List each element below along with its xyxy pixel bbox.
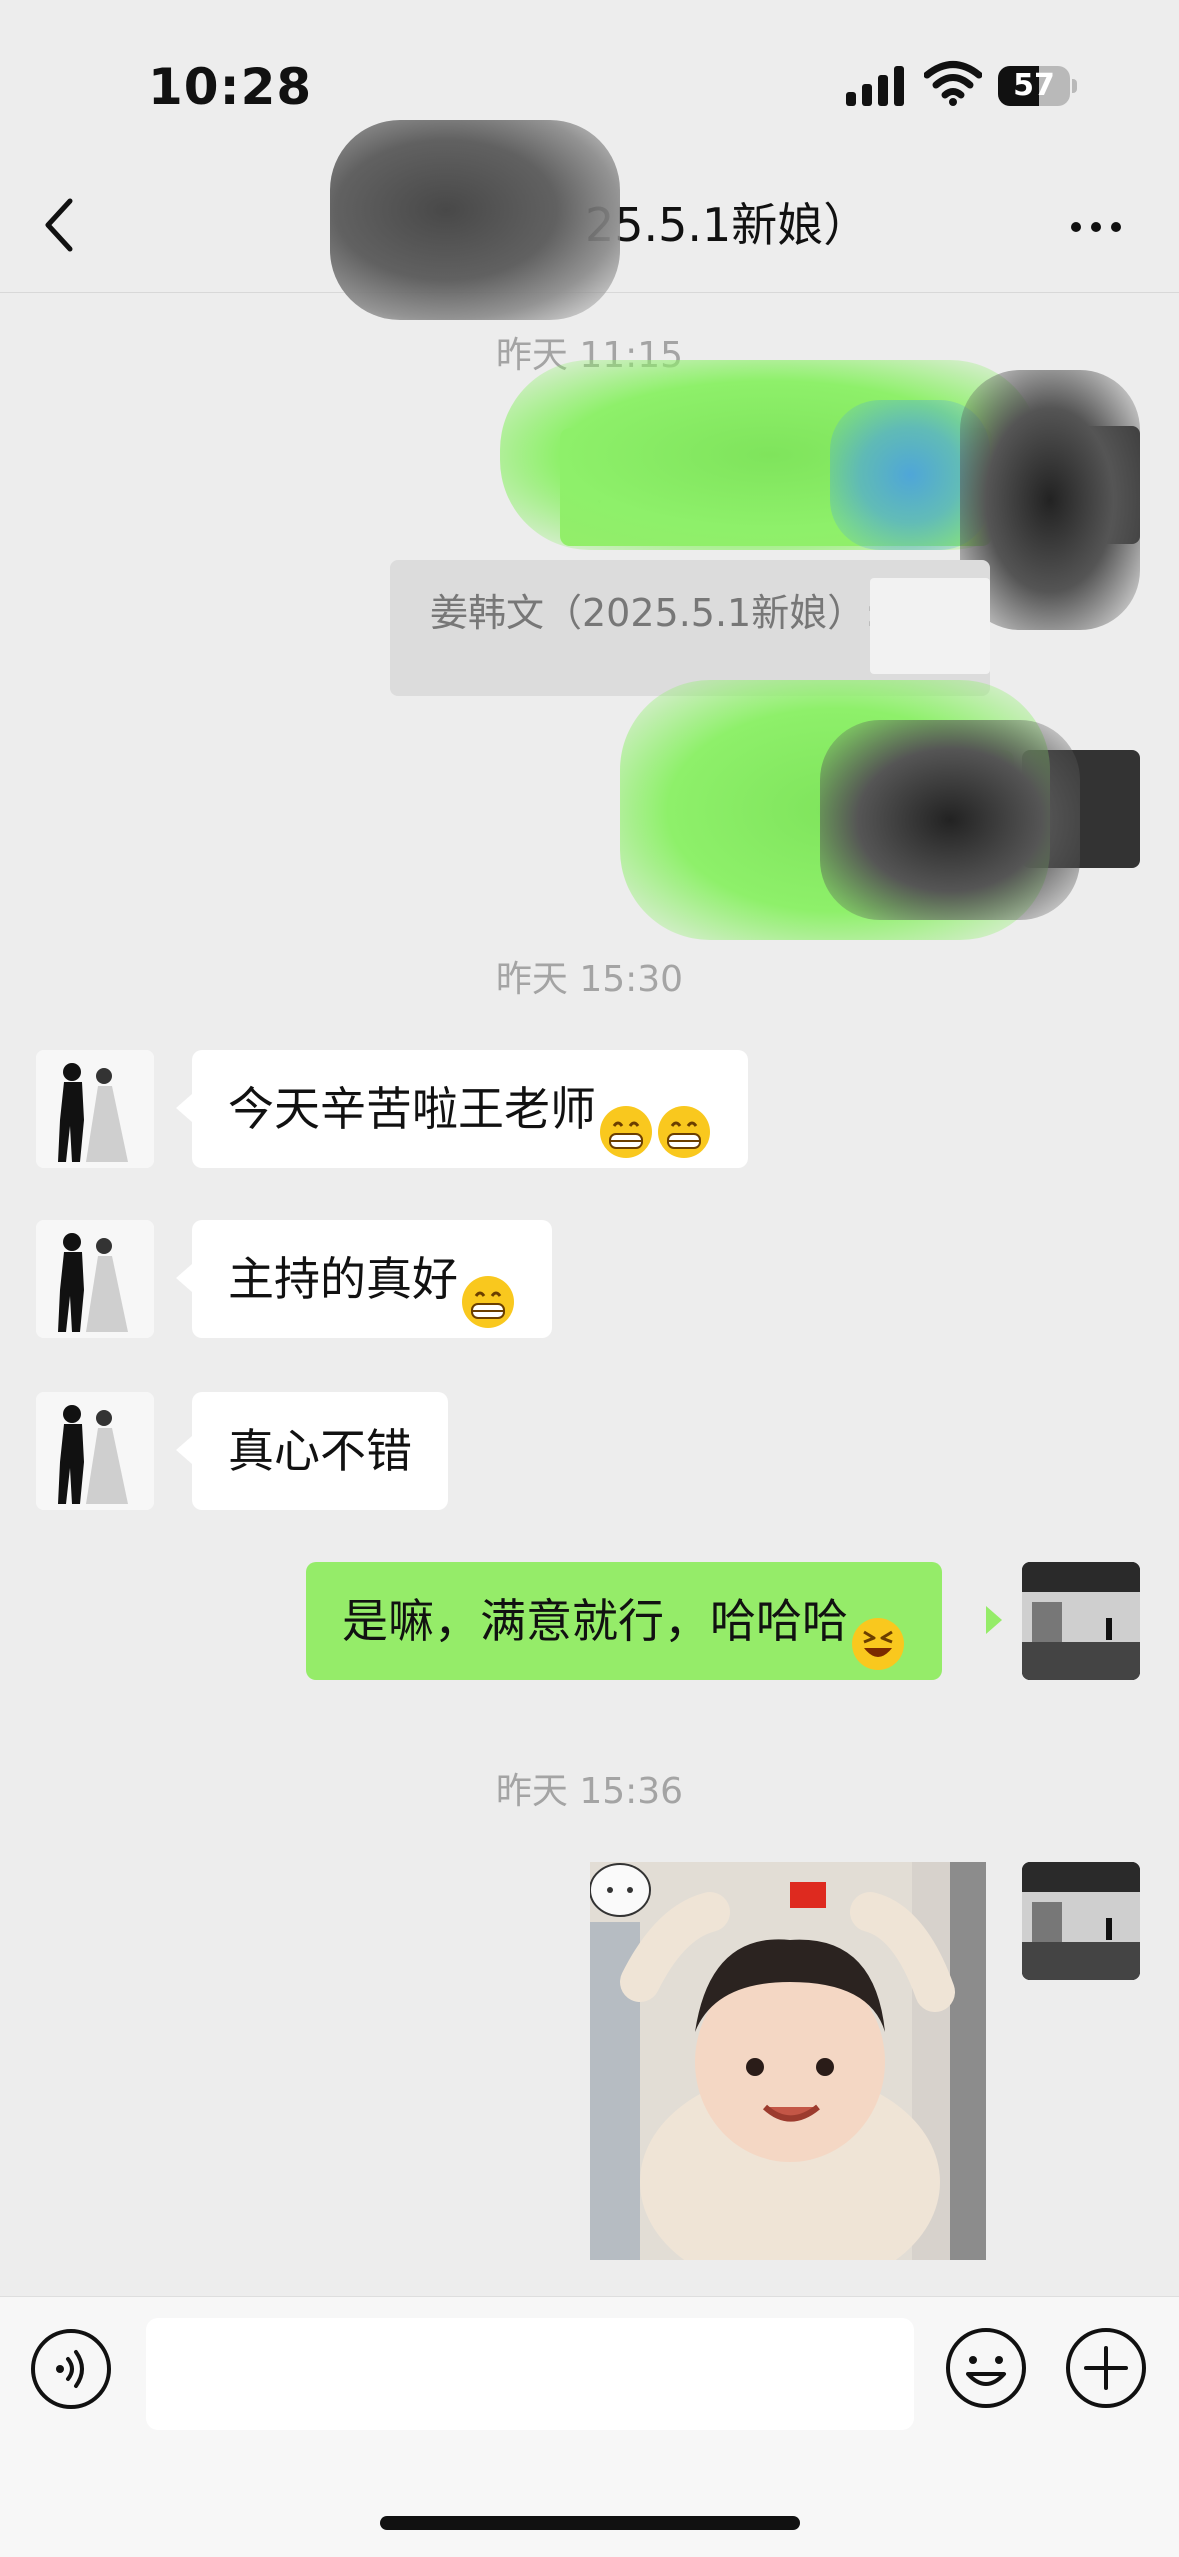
- bubble-tail: [176, 1264, 192, 1292]
- grin-emoji-icon: [598, 1085, 654, 1158]
- status-time: 10:28: [148, 58, 313, 116]
- timestamp: 昨天 15:36: [495, 1771, 684, 1812]
- laughing-emoji-icon: [850, 1597, 906, 1670]
- more-options-icon[interactable]: [1068, 212, 1124, 242]
- message-text: 真心不错: [228, 1424, 412, 1478]
- message-bubble[interactable]: 是嘛，满意就行，哈哈哈: [306, 1562, 942, 1680]
- quote-thumbnail: [870, 578, 990, 674]
- quote-text: 姜韩文（2025.5.1新娘）:: [430, 591, 879, 635]
- contact-avatar[interactable]: [36, 1220, 154, 1338]
- my-avatar[interactable]: [1022, 1562, 1140, 1680]
- message-text: 主持的真好: [228, 1252, 458, 1306]
- message-text: 是嘛，满意就行，哈哈哈: [342, 1594, 848, 1648]
- redaction-scribble: [330, 120, 620, 320]
- bubble-tail: [176, 1094, 192, 1122]
- chat-title: 25.5.1新娘）: [585, 198, 870, 252]
- cellular-signal-icon: [846, 66, 904, 106]
- grin-emoji-icon: [656, 1085, 712, 1158]
- bubble-tail: [986, 1606, 1002, 1634]
- message-input[interactable]: [146, 2318, 914, 2430]
- voice-input-icon[interactable]: [30, 2328, 112, 2410]
- message-text: 今天辛苦啦王老师: [228, 1082, 596, 1136]
- bubble-tail: [176, 1436, 192, 1464]
- sticker-image-message[interactable]: [590, 1862, 986, 2260]
- child-photo-image: [590, 1862, 986, 2260]
- timestamp: 昨天 15:30: [495, 959, 684, 1000]
- message-bubble[interactable]: 真心不错: [192, 1392, 448, 1510]
- couple-silhouette-icon: [36, 1392, 154, 1510]
- my-avatar[interactable]: [1022, 1862, 1140, 1980]
- back-chevron-icon[interactable]: [40, 195, 80, 255]
- message-bubble[interactable]: 今天辛苦啦王老师: [192, 1050, 748, 1168]
- contact-avatar[interactable]: [36, 1392, 154, 1510]
- redaction-scribble: [820, 720, 1080, 920]
- grin-emoji-icon: [460, 1255, 516, 1328]
- avatar-photo: [1022, 1562, 1140, 1680]
- couple-silhouette-icon: [36, 1220, 154, 1338]
- more-actions-plus-icon[interactable]: [1064, 2326, 1148, 2410]
- contact-avatar[interactable]: [36, 1050, 154, 1168]
- wifi-icon: [924, 61, 982, 106]
- couple-silhouette-icon: [36, 1050, 154, 1168]
- emoji-picker-icon[interactable]: [944, 2326, 1028, 2410]
- battery-level-text: 57: [1013, 68, 1055, 103]
- home-indicator: [380, 2516, 800, 2530]
- message-bubble[interactable]: 主持的真好: [192, 1220, 552, 1338]
- battery-icon: 57: [998, 66, 1078, 106]
- avatar-photo: [1022, 1862, 1140, 1980]
